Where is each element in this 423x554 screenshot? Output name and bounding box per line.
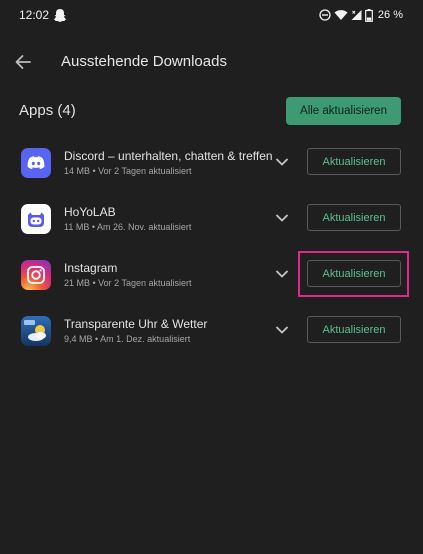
- top-app-bar: Ausstehende Downloads: [0, 40, 423, 84]
- battery-percent: 26 %: [377, 9, 403, 21]
- app-row-weather-clock[interactable]: Transparente Uhr & Wetter 9,4 MB • Am 1.…: [0, 316, 423, 372]
- do-not-disturb-icon: [319, 9, 331, 21]
- chevron-down-icon[interactable]: [274, 156, 290, 168]
- app-meta: 11 MB • Am 26. Nov. aktualisiert: [64, 222, 192, 232]
- discord-icon: [21, 148, 51, 178]
- app-meta: 9,4 MB • Am 1. Dez. aktualisiert: [64, 334, 191, 344]
- app-row-discord[interactable]: Discord – unterhalten, chatten & treffen…: [0, 148, 423, 204]
- app-meta: 14 MB • Vor 2 Tagen aktualisiert: [64, 166, 192, 176]
- back-button[interactable]: [10, 50, 36, 74]
- app-name: Discord – unterhalten, chatten & treffen: [64, 149, 273, 163]
- status-icons: 26 %: [319, 8, 403, 22]
- weather-clock-icon: [21, 316, 51, 346]
- signal-icon: [351, 10, 362, 20]
- update-button[interactable]: Aktualisieren: [307, 204, 401, 231]
- instagram-icon: [21, 260, 51, 290]
- chevron-down-icon[interactable]: [274, 212, 290, 224]
- snapchat-ghost-icon: [53, 9, 67, 22]
- app-row-instagram[interactable]: Instagram 21 MB • Vor 2 Tagen aktualisie…: [0, 260, 423, 316]
- app-meta: 21 MB • Vor 2 Tagen aktualisiert: [64, 278, 192, 288]
- wifi-icon: [334, 10, 348, 20]
- update-button[interactable]: Aktualisieren: [307, 316, 401, 343]
- app-name: Instagram: [64, 261, 118, 275]
- arrow-left-icon: [15, 55, 31, 69]
- update-all-button[interactable]: Alle aktualisieren: [286, 97, 401, 125]
- status-time: 12:02: [19, 8, 50, 22]
- app-name: HoYoLAB: [64, 205, 116, 219]
- apps-section-title: Apps (4): [19, 102, 76, 119]
- page-title: Ausstehende Downloads: [61, 53, 227, 70]
- app-row-hoyolab[interactable]: HoYoLAB 11 MB • Am 26. Nov. aktualisiert…: [0, 204, 423, 260]
- chevron-down-icon[interactable]: [274, 324, 290, 336]
- chevron-down-icon[interactable]: [274, 268, 290, 280]
- battery-icon: [365, 8, 373, 22]
- app-name: Transparente Uhr & Wetter: [64, 317, 208, 331]
- update-button[interactable]: Aktualisieren: [307, 148, 401, 175]
- update-button[interactable]: Aktualisieren: [307, 260, 401, 287]
- status-bar: 12:02 26 %: [0, 0, 423, 32]
- hoyolab-icon: [21, 204, 51, 234]
